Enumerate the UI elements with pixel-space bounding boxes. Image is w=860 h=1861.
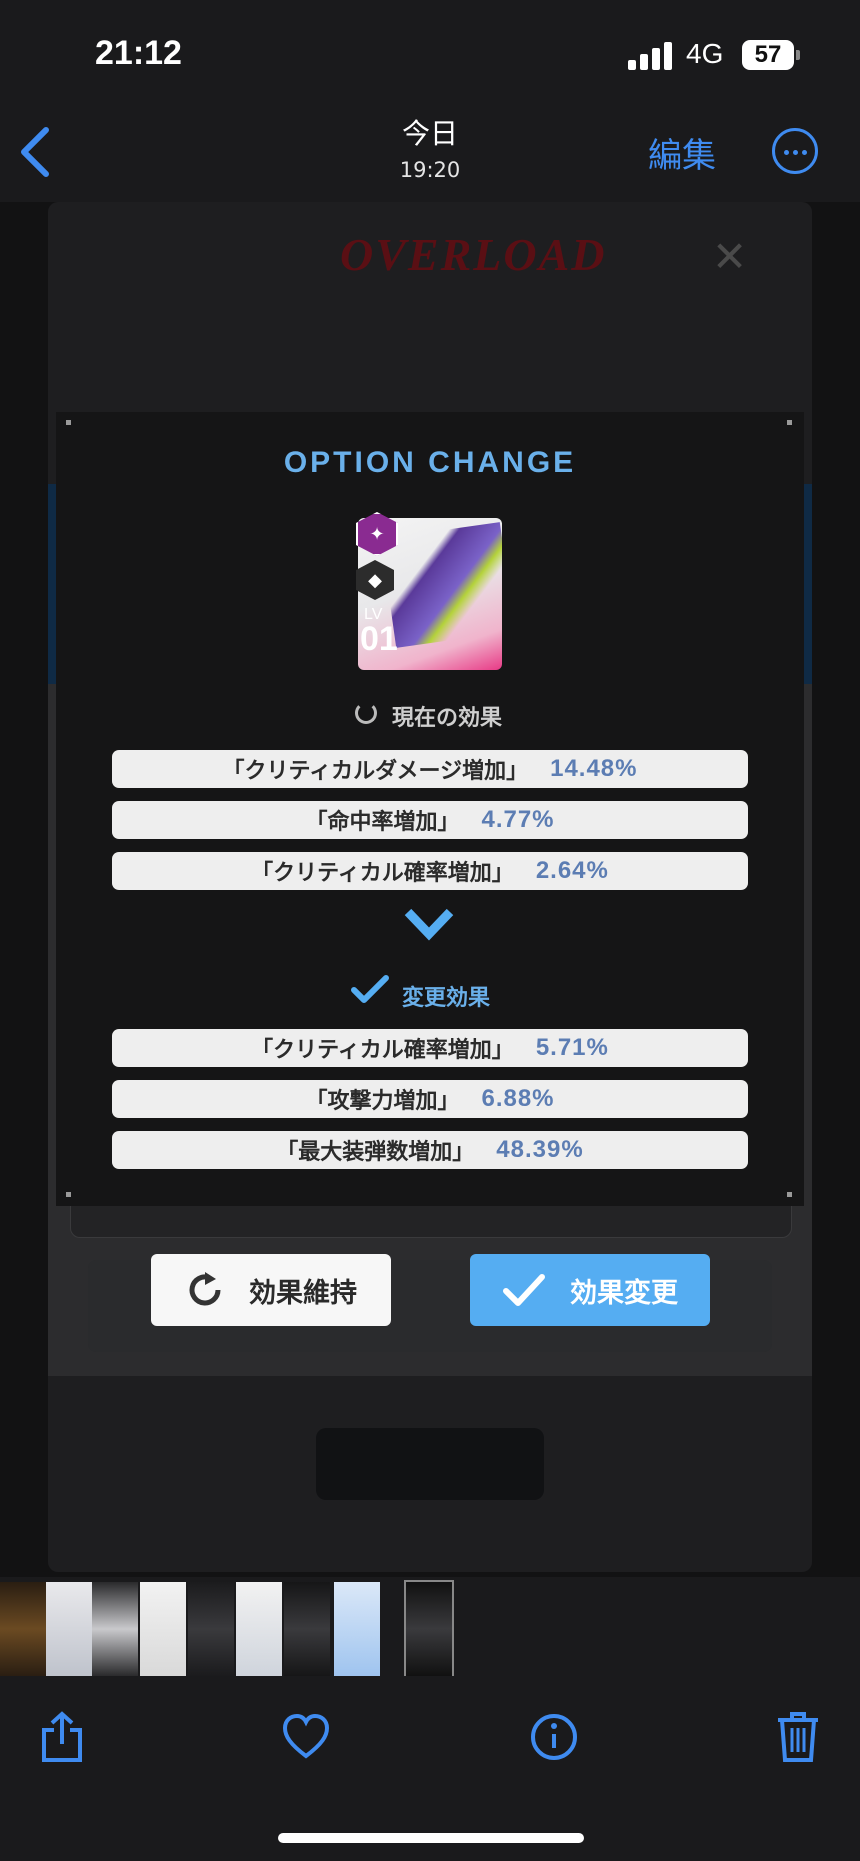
status-time: 21:12: [95, 34, 182, 72]
item-level-value: 01: [360, 620, 398, 658]
photo-thumbnail[interactable]: [0, 1582, 46, 1676]
effect-name: 「クリティカル確率増加」: [251, 861, 514, 886]
cellular-signal-icon: [628, 42, 674, 70]
new-effects-heading: 変更効果: [402, 986, 491, 1011]
effect-value: 14.48%: [550, 755, 638, 782]
photo-thumbnail[interactable]: [92, 1582, 138, 1676]
new-effect-row: 「最大装弾数増加」 48.39%: [112, 1131, 748, 1169]
effect-value: 5.71%: [535, 1034, 609, 1061]
edit-button[interactable]: 編集: [648, 128, 716, 177]
current-effect-row: 「命中率増加」 4.77%: [112, 801, 748, 839]
effect-value: 6.88%: [481, 1085, 555, 1112]
home-indicator: [278, 1833, 584, 1843]
thumbnail-strip[interactable]: [0, 1580, 860, 1678]
effect-name: 「攻撃力増加」: [305, 1089, 460, 1114]
chevron-down-icon: [404, 908, 454, 941]
effect-name: 「命中率増加」: [305, 810, 460, 835]
photo-thumbnail[interactable]: [46, 1582, 92, 1676]
current-effects-heading: 現在の効果: [392, 706, 503, 731]
battery-indicator: 57: [742, 40, 800, 70]
info-icon[interactable]: [530, 1710, 578, 1764]
dialog-corner-marker: [787, 1192, 792, 1197]
heart-icon[interactable]: [282, 1710, 330, 1764]
more-options-icon[interactable]: [772, 128, 818, 174]
effect-name: 「クリティカル確率増加」: [251, 1038, 514, 1063]
photo-thumbnail[interactable]: [284, 1582, 330, 1676]
checkmark-icon: [351, 975, 389, 1003]
dialog-corner-marker: [66, 1192, 71, 1197]
effect-name: 「クリティカルダメージ増加」: [222, 759, 529, 784]
keep-effect-label: 効果維持: [249, 1277, 357, 1309]
keep-effect-button[interactable]: 効果維持: [151, 1254, 391, 1326]
refresh-icon: [355, 702, 377, 724]
effect-value: 48.39%: [496, 1136, 584, 1163]
refresh-icon: [189, 1272, 221, 1306]
new-effect-row: 「攻撃力増加」 6.88%: [112, 1080, 748, 1118]
background-overload-logo: OVERLOAD: [340, 229, 607, 280]
new-effect-row: 「クリティカル確率増加」 5.71%: [112, 1029, 748, 1067]
trash-icon[interactable]: [774, 1710, 822, 1764]
change-effect-label: 効果変更: [570, 1277, 678, 1309]
share-icon[interactable]: [38, 1710, 86, 1764]
back-chevron-icon[interactable]: [16, 124, 56, 180]
background-close-icon: ✕: [712, 232, 748, 281]
effect-value: 4.77%: [481, 806, 555, 833]
photo-thumbnail[interactable]: [188, 1582, 234, 1676]
photo-thumbnail-current[interactable]: [404, 1580, 454, 1678]
background-lvup-button: [316, 1428, 544, 1500]
nav-title: 今日: [401, 117, 458, 150]
effect-value: 2.64%: [535, 857, 609, 884]
photo-thumbnail[interactable]: [140, 1582, 186, 1676]
dialog-title: OPTION CHANGE: [283, 446, 577, 479]
photo-thumbnail[interactable]: [236, 1582, 282, 1676]
photo-thumbnail[interactable]: [334, 1582, 380, 1676]
current-effect-row: 「クリティカルダメージ増加」 14.48%: [112, 750, 748, 788]
dialog-corner-marker: [66, 420, 71, 425]
network-type: 4G: [686, 38, 724, 69]
change-effect-button[interactable]: 効果変更: [470, 1254, 710, 1326]
nav-subtitle: 19:20: [399, 158, 461, 182]
current-effect-row: 「クリティカル確率増加」 2.64%: [112, 852, 748, 890]
effect-name: 「最大装弾数増加」: [276, 1140, 475, 1165]
checkmark-icon: [503, 1274, 545, 1306]
dialog-corner-marker: [787, 420, 792, 425]
